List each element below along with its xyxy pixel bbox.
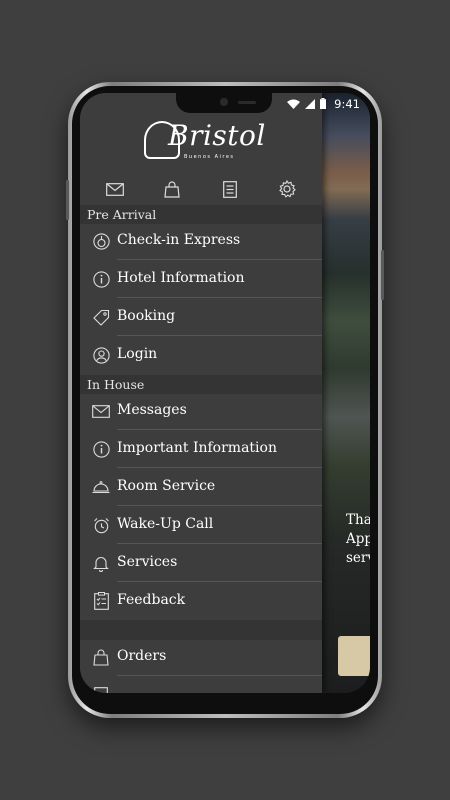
shopping-bag-icon — [92, 648, 110, 666]
navigation-drawer: Bristol Buenos Aires Pre Arrival Check-i… — [80, 93, 322, 693]
menu-item-room-service[interactable]: Room Service — [80, 468, 322, 506]
menu-item-hotel-information[interactable]: Hotel Information — [80, 260, 322, 298]
volume-button — [66, 180, 69, 220]
logo-subtitle: Buenos Aires — [184, 154, 235, 160]
receipt-icon — [92, 686, 110, 693]
status-bar: 9:41 — [80, 93, 370, 115]
mail-icon — [92, 402, 110, 420]
menu-item-label: Services — [117, 554, 178, 570]
bristol-logo: Bristol Buenos Aires — [140, 119, 270, 163]
receipt-icon[interactable] — [215, 177, 245, 201]
menu-item-orders[interactable]: Orders — [80, 638, 322, 676]
power-button — [381, 250, 384, 300]
gear-icon[interactable] — [272, 177, 302, 201]
info-icon — [92, 440, 110, 458]
drawer-toolbar — [80, 173, 322, 205]
menu-item-login[interactable]: Login — [80, 336, 322, 374]
menu-item-label: Login — [117, 346, 158, 362]
check-in-icon — [92, 232, 110, 250]
wifi-icon — [287, 99, 300, 109]
cloche-icon — [92, 478, 110, 496]
menu-item-label: Booking — [117, 308, 176, 324]
menu-item-partial[interactable] — [80, 676, 322, 693]
menu-item-label: Feedback — [117, 592, 186, 608]
menu-item-important-information[interactable]: Important Information — [80, 430, 322, 468]
menu-item-label: Orders — [117, 648, 167, 664]
menu-item-label: Important Information — [117, 440, 277, 456]
shopping-bag-icon[interactable] — [157, 177, 187, 201]
background-text-line: servic — [346, 550, 370, 566]
checklist-icon — [92, 592, 110, 610]
background-action-button[interactable] — [338, 636, 370, 676]
menu-item-label: Room Service — [117, 478, 216, 494]
status-time: 9:41 — [334, 97, 360, 111]
menu-item-check-in-express[interactable]: Check-in Express — [80, 222, 322, 260]
background-text-line: Tha — [346, 512, 370, 528]
section-spacer — [80, 620, 322, 640]
menu-item-services[interactable]: Services — [80, 544, 322, 582]
status-icons — [287, 98, 326, 109]
alarm-clock-icon — [92, 516, 110, 534]
info-icon — [92, 270, 110, 288]
menu-item-feedback[interactable]: Feedback — [80, 582, 322, 620]
menu-item-messages[interactable]: Messages — [80, 392, 322, 430]
menu-item-label: Hotel Information — [117, 270, 245, 286]
menu-item-label: Messages — [117, 402, 187, 418]
background-text-line: App — [346, 531, 370, 547]
tag-icon — [92, 308, 110, 326]
mail-icon[interactable] — [100, 177, 130, 201]
menu-item-wake-up-call[interactable]: Wake-Up Call — [80, 506, 322, 544]
cellular-signal-icon — [305, 98, 315, 109]
battery-icon — [320, 98, 326, 109]
screen: Tha App servic Bristol Buenos Aires — [80, 93, 370, 693]
background-welcome-text: Tha App servic — [346, 511, 370, 568]
logo-wordmark: Bristol — [168, 119, 266, 152]
menu-item-label: Wake-Up Call — [117, 516, 214, 532]
bell-icon — [92, 554, 110, 572]
menu-item-booking[interactable]: Booking — [80, 298, 322, 336]
drawer-scrim[interactable] — [322, 93, 370, 693]
menu-item-label: Check-in Express — [117, 232, 241, 248]
user-icon — [92, 346, 110, 364]
